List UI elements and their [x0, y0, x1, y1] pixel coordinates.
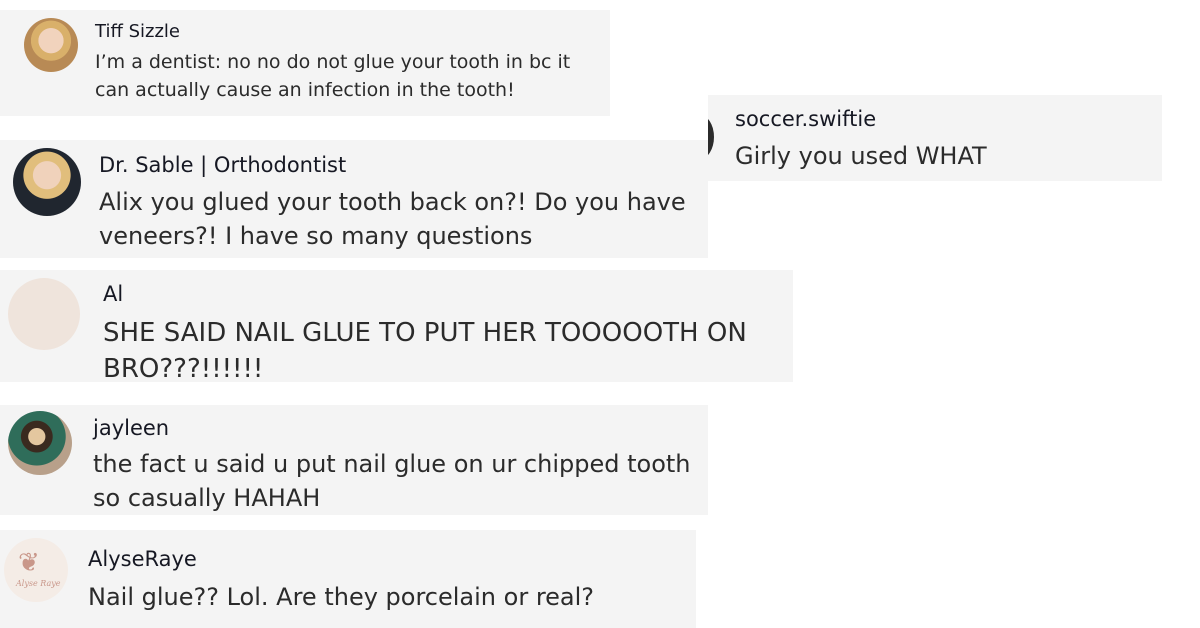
comment-text: Alix you glued your tooth back on?! Do y…: [99, 188, 686, 250]
avatar[interactable]: [8, 278, 80, 350]
butterfly-icon: ❦: [18, 548, 40, 578]
comment-card: jayleen the fact u said u put nail glue …: [0, 405, 708, 515]
avatar[interactable]: ❦ Alyse Raye: [4, 538, 68, 602]
comment-card: soccer.swiftie Girly you used WHAT: [708, 95, 1162, 181]
avatar[interactable]: [13, 148, 81, 216]
comment-username[interactable]: Dr. Sable | Orthodontist: [99, 153, 346, 177]
comment-text: SHE SAID NAIL GLUE TO PUT HER TOOOOOTH O…: [103, 318, 747, 382]
avatar[interactable]: [708, 115, 714, 159]
comment-card: Tiff Sizzle I’m a dentist: no no do not …: [0, 10, 610, 116]
comment-username[interactable]: soccer.swiftie: [735, 107, 876, 131]
comment-card: Dr. Sable | Orthodontist Alix you glued …: [0, 140, 708, 258]
comment-username[interactable]: Tiff Sizzle: [95, 21, 180, 42]
comment-text: Nail glue?? Lol. Are they porcelain or r…: [88, 583, 595, 611]
comment-text: I’m a dentist: no no do not glue your to…: [95, 51, 571, 101]
comment-text: Girly you used WHAT: [735, 142, 987, 170]
avatar-signature: Alyse Raye: [16, 579, 61, 588]
comment-username[interactable]: AlyseRaye: [88, 547, 197, 571]
comment-username[interactable]: jayleen: [93, 416, 169, 440]
comment-card: Al SHE SAID NAIL GLUE TO PUT HER TOOOOOT…: [0, 270, 793, 382]
comment-text: the fact u said u put nail glue on ur ch…: [93, 450, 691, 512]
comment-username[interactable]: Al: [103, 282, 123, 306]
avatar[interactable]: [24, 18, 78, 72]
avatar[interactable]: [8, 411, 72, 475]
comment-card: ❦ Alyse Raye AlyseRaye Nail glue?? Lol. …: [0, 530, 696, 628]
